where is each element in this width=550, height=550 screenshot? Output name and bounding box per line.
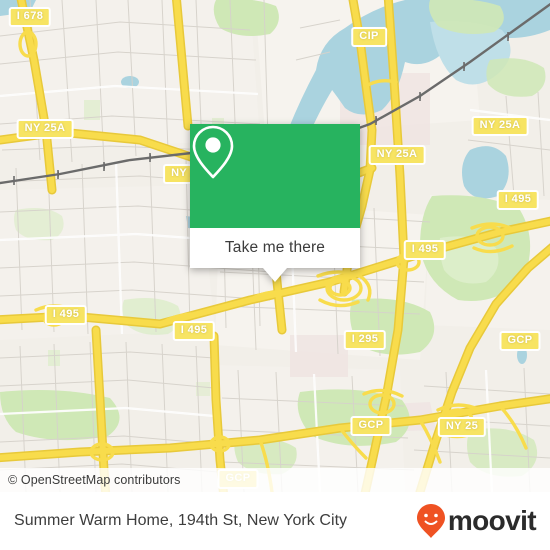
place-title: Summer Warm Home, 194th St, New York Cit… [14,512,348,529]
attribution-text: © OpenStreetMap contributors [8,473,181,487]
road-shield-cip: CIP [351,27,387,47]
popup-pointer-tail [263,268,287,282]
road-shield-ny-25a-west: NY 25A [16,119,74,139]
moovit-wordmark: moovit [447,505,537,536]
road-shield-gcp-south: GCP [350,416,392,436]
road-shield-ny-25a-east: NY 25A [368,145,426,165]
map-attribution: © OpenStreetMap contributors [0,468,550,492]
road-shield-i-495-west: I 495 [44,305,88,325]
road-shield-i-495-center: I 495 [403,240,447,260]
road-shield-i-678: I 678 [8,7,52,27]
popup-header [190,124,360,228]
map-canvas[interactable]: I 678 NY 25A NY 2 CIP NY 25A NY 25A I 495 I 495… [0,0,550,492]
road-shield-gcp-east: GCP [499,331,541,351]
road-shield-i-495-southwest: I 495 [172,321,216,341]
moovit-logo[interactable]: moovit [416,503,537,539]
road-shield-ny-25a-northeast: NY 25A [471,116,529,136]
take-me-there-button[interactable]: Take me there [190,228,360,268]
location-popup-card[interactable]: Take me there [190,124,360,282]
road-shield-i-495-east: I 495 [496,190,540,210]
moovit-smiley-pin-icon [416,504,445,538]
bottom-info-bar: Summer Warm Home, 194th St, New York Cit… [0,492,550,550]
road-shield-ny-25: NY 25 [437,417,487,437]
road-shield-i-295: I 295 [343,330,387,350]
map-pin-icon [192,125,234,179]
map-screen: I 678 NY 25A NY 2 CIP NY 25A NY 25A I 495 I 495… [0,0,550,550]
take-me-there-label: Take me there [224,239,326,256]
